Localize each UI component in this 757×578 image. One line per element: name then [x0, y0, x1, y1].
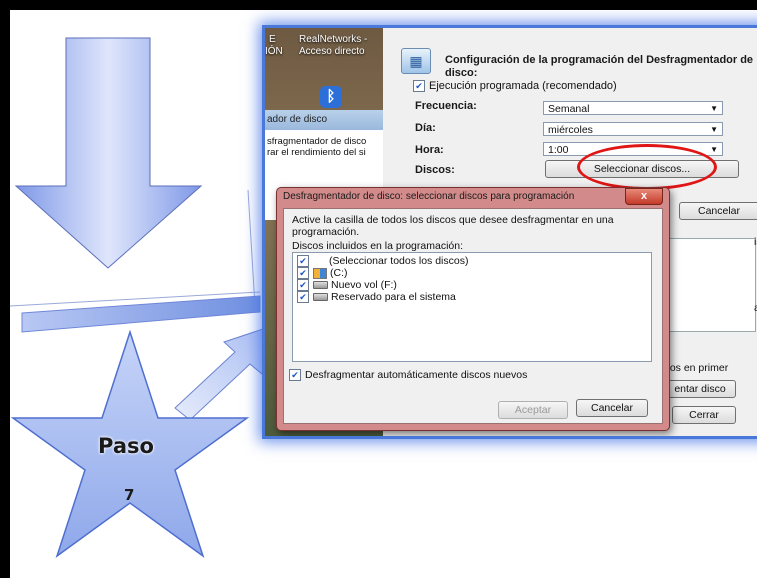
blue-band	[21, 295, 261, 333]
day-select[interactable]: miércoles ▼	[543, 122, 723, 136]
disk-list: ✔ (Seleccionar todos los discos) ✔ (C:) ✔ N…	[292, 252, 652, 362]
analyze-disk-button[interactable]: entar disco	[664, 380, 736, 398]
day-label: Día:	[415, 122, 436, 134]
desktop-icon-label[interactable]: E	[269, 34, 276, 45]
config-cancel-button[interactable]: Cancelar	[679, 202, 757, 220]
disk-label: (C:)	[330, 267, 348, 279]
disk-list-label: Discos incluidos en la programación:	[292, 240, 463, 252]
divider-line	[247, 189, 256, 307]
scheduled-checkbox[interactable]: ✔ Ejecución programada (recomendado)	[413, 80, 617, 93]
frequency-select[interactable]: Semanal ▼	[543, 101, 723, 115]
down-arrow-icon	[14, 37, 203, 269]
dialog-title: Desfragmentador de disco: seleccionar di…	[283, 191, 575, 202]
checkbox-icon[interactable]: ✔	[289, 369, 301, 382]
desktop-icon-realnetworks-sub[interactable]: Acceso directo	[299, 46, 365, 57]
disk-item-select-all[interactable]: ✔ (Seleccionar todos los discos)	[297, 255, 469, 268]
dialog-instructions: Active la casilla de todos los discos qu…	[292, 214, 614, 238]
dropdown-arrow-icon: ▼	[710, 125, 718, 134]
checkbox-icon[interactable]: ✔	[297, 279, 309, 292]
step-number: 7	[124, 486, 135, 504]
disks-label: Discos:	[415, 164, 455, 176]
accept-button[interactable]: Aceptar	[498, 401, 568, 419]
window-text-line: sfragmentador de disco	[267, 136, 367, 147]
drive-icon	[313, 281, 328, 290]
disk-item-reserved[interactable]: ✔ Reservado para el sistema	[297, 291, 456, 304]
disk-label: (Seleccionar todos los discos)	[329, 255, 469, 267]
checkbox-icon[interactable]: ✔	[413, 80, 425, 93]
disk-item-f[interactable]: ✔ Nuevo vol (F:)	[297, 279, 397, 292]
window-title: ador de disco	[265, 110, 383, 130]
checkbox-icon[interactable]: ✔	[297, 267, 309, 280]
dropdown-arrow-icon: ▼	[710, 104, 718, 113]
scheduled-label: Ejecución programada (recomendado)	[429, 80, 617, 92]
desktop-icon-label[interactable]: IÓN	[265, 46, 283, 57]
frequency-label: Frecuencia:	[415, 100, 477, 112]
diagonal-arrow-icon	[174, 325, 273, 421]
dialog-body: Active la casilla de todos los discos qu…	[283, 208, 663, 424]
config-title: Configuración de la programación del Des…	[445, 54, 754, 79]
dialog-cancel-button[interactable]: Cancelar	[576, 399, 648, 417]
step-label: Paso	[98, 434, 154, 458]
window-text-line: rar el rendimiento del si	[267, 147, 366, 158]
desktop-icon-realnetworks[interactable]: RealNetworks -	[299, 34, 367, 45]
calendar-icon: ▦	[401, 48, 431, 74]
select-disks-dialog: Desfragmentador de disco: seleccionar di…	[276, 187, 670, 431]
day-value: miércoles	[548, 124, 593, 136]
system-drive-icon	[313, 267, 327, 279]
drive-icon	[313, 293, 328, 302]
close-button[interactable]: Cerrar	[672, 406, 736, 424]
slide-frame: Paso 7 E IÓN RealNetworks - Acceso direc…	[0, 0, 757, 578]
dropdown-arrow-icon: ▼	[710, 145, 718, 154]
hour-value: 1:00	[548, 144, 569, 156]
auto-defrag-label: Desfragmentar automáticamente discos nue…	[305, 369, 528, 381]
dialog-close-button[interactable]: x	[625, 188, 663, 205]
slide-canvas: Paso 7 E IÓN RealNetworks - Acceso direc…	[10, 10, 757, 578]
disk-label: Reservado para el sistema	[331, 291, 456, 303]
embedded-screenshot: E IÓN RealNetworks - Acceso directo ᛒ ad…	[265, 28, 757, 436]
disk-label: Nuevo vol (F:)	[331, 279, 397, 291]
highlight-ellipse	[577, 144, 717, 190]
auto-defrag-new-checkbox[interactable]: ✔ Desfragmentar automáticamente discos nu…	[289, 369, 528, 382]
partial-text: rlos en primer	[664, 362, 729, 374]
checkbox-icon[interactable]: ✔	[297, 255, 309, 268]
bluetooth-icon[interactable]: ᛒ	[320, 86, 342, 108]
hour-label: Hora:	[415, 144, 444, 156]
checkbox-icon[interactable]: ✔	[297, 291, 309, 304]
disk-item-c[interactable]: ✔ (C:)	[297, 267, 348, 280]
frequency-value: Semanal	[548, 103, 590, 115]
